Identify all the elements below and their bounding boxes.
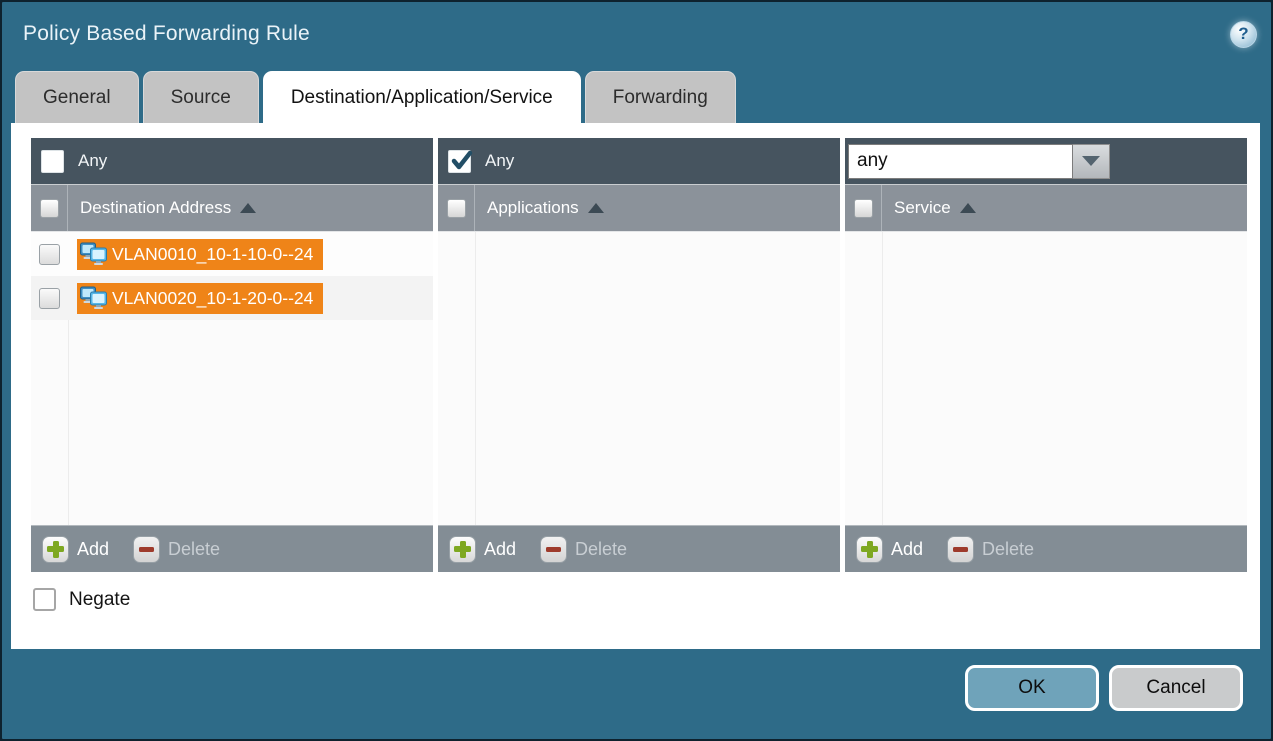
negate-label: Negate: [69, 589, 130, 611]
titlebar: Policy Based Forwarding Rule ?: [2, 2, 1271, 66]
service-list: [845, 231, 1247, 525]
service-column-title[interactable]: Service: [894, 198, 976, 218]
destination-row-2-checkbox[interactable]: [39, 288, 60, 309]
add-plus-icon: [449, 536, 476, 563]
destination-row-1-label: VLAN0010_10-1-10-0--24: [112, 244, 313, 265]
add-plus-icon: [42, 536, 69, 563]
sort-ascending-icon: [240, 203, 256, 213]
service-select-all-checkbox[interactable]: [854, 199, 873, 218]
sort-ascending-icon: [960, 203, 976, 213]
dialog-title: Policy Based Forwarding Rule: [23, 22, 310, 46]
delete-minus-icon: [133, 536, 160, 563]
address-group-icon: [80, 242, 107, 266]
applications-delete-button[interactable]: Delete: [540, 536, 627, 563]
destination-row-1-checkbox[interactable]: [39, 244, 60, 265]
service-footer: Add Delete: [845, 525, 1247, 572]
destination-row-2[interactable]: VLAN0020_10-1-20-0--24: [31, 276, 433, 320]
tab-destination-application-service[interactable]: Destination/Application/Service: [263, 71, 581, 123]
destination-any-label: Any: [78, 151, 107, 171]
service-dropdown: any: [848, 144, 1110, 179]
help-icon[interactable]: ?: [1230, 21, 1257, 48]
dialog-footer: OK Cancel: [2, 649, 1271, 739]
applications-panel: Any Applications Add: [438, 138, 840, 572]
chevron-down-icon: [1082, 156, 1100, 166]
service-dropdown-button[interactable]: [1073, 144, 1110, 179]
applications-any-label: Any: [485, 151, 514, 171]
ok-button[interactable]: OK: [965, 665, 1099, 711]
delete-minus-icon: [947, 536, 974, 563]
tab-bar: General Source Destination/Application/S…: [15, 70, 1259, 123]
tab-forwarding[interactable]: Forwarding: [585, 71, 736, 123]
destination-any-checkbox[interactable]: [41, 150, 64, 173]
delete-minus-icon: [540, 536, 567, 563]
applications-footer: Add Delete: [438, 525, 840, 572]
destination-row-1[interactable]: VLAN0010_10-1-10-0--24: [31, 232, 433, 276]
sort-ascending-icon: [588, 203, 604, 213]
tab-source[interactable]: Source: [143, 71, 259, 123]
applications-add-button[interactable]: Add: [449, 536, 516, 563]
destination-column-header: Destination Address: [31, 184, 433, 231]
applications-any-checkbox[interactable]: [448, 150, 471, 173]
applications-column-title[interactable]: Applications: [487, 198, 604, 218]
service-delete-button[interactable]: Delete: [947, 536, 1034, 563]
checkmark-icon: [450, 149, 474, 173]
address-group-icon: [80, 286, 107, 310]
tab-general[interactable]: General: [15, 71, 139, 123]
destination-footer: Add Delete: [31, 525, 433, 572]
service-panel: any Service: [845, 138, 1247, 572]
pbf-rule-dialog: Policy Based Forwarding Rule ? General S…: [0, 0, 1273, 741]
applications-any-bar: Any: [438, 138, 840, 184]
destination-row-2-chip[interactable]: VLAN0020_10-1-20-0--24: [77, 283, 323, 314]
destination-row-1-chip[interactable]: VLAN0010_10-1-10-0--24: [77, 239, 323, 270]
panels-row: Any Destination Address: [31, 138, 1260, 572]
destination-add-button[interactable]: Add: [42, 536, 109, 563]
destination-column-title[interactable]: Destination Address: [80, 198, 256, 218]
negate-checkbox[interactable]: [33, 588, 56, 611]
action-buttons: OK Cancel: [965, 665, 1243, 711]
service-dropdown-value[interactable]: any: [848, 144, 1073, 179]
destination-select-all-checkbox[interactable]: [40, 199, 59, 218]
applications-list: [438, 231, 840, 525]
service-add-button[interactable]: Add: [856, 536, 923, 563]
applications-select-all-checkbox[interactable]: [447, 199, 466, 218]
cancel-button[interactable]: Cancel: [1109, 665, 1243, 711]
service-dropdown-bar: any: [845, 138, 1247, 184]
negate-row: Negate: [33, 588, 1260, 611]
service-column-header: Service: [845, 184, 1247, 231]
destination-list: VLAN0010_10-1-10-0--24: [31, 231, 433, 525]
tab-content: Any Destination Address: [11, 123, 1260, 649]
destination-delete-button[interactable]: Delete: [133, 536, 220, 563]
destination-any-bar: Any: [31, 138, 433, 184]
destination-row-2-label: VLAN0020_10-1-20-0--24: [112, 288, 313, 309]
applications-column-header: Applications: [438, 184, 840, 231]
destination-panel: Any Destination Address: [31, 138, 433, 572]
add-plus-icon: [856, 536, 883, 563]
